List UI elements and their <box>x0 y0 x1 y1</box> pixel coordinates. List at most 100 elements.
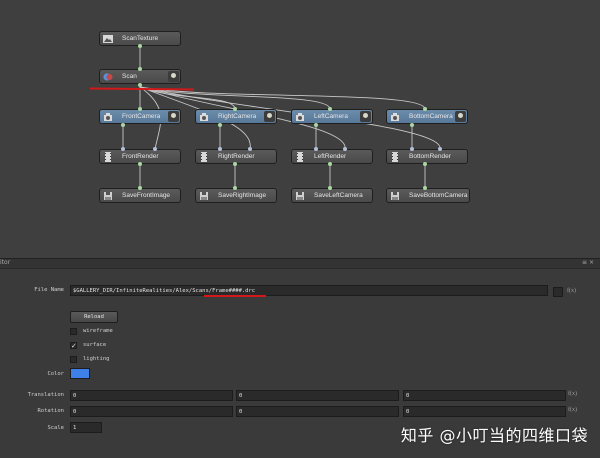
translation-x-field[interactable]: 0 <box>70 390 233 401</box>
lightbulb-icon[interactable] <box>168 71 179 82</box>
save-disk-icon <box>104 192 112 200</box>
camera-icon <box>296 113 304 121</box>
film-icon <box>201 152 207 162</box>
annotation-underline <box>204 295 266 297</box>
lighting-label: lighting <box>83 356 110 362</box>
panel-header: itor ≡ × <box>0 259 600 269</box>
input-port[interactable] <box>328 186 332 190</box>
input-port[interactable] <box>138 67 142 71</box>
translation-z-field[interactable]: 0 <box>403 390 566 401</box>
lightbulb-icon[interactable] <box>455 111 466 122</box>
output-port[interactable] <box>314 123 318 127</box>
input-port[interactable] <box>138 186 142 190</box>
node-label: SaveRightImage <box>218 192 267 199</box>
output-port[interactable] <box>328 162 332 166</box>
lightbulb-icon[interactable] <box>264 111 275 122</box>
translation-label: Translation <box>27 392 64 398</box>
surface-checkbox[interactable]: ✓ <box>70 342 77 350</box>
input-port[interactable] <box>233 107 237 111</box>
input-port[interactable] <box>314 147 318 151</box>
scale-field[interactable]: 1 <box>70 422 102 433</box>
node-label: RightRender <box>218 153 255 160</box>
input-port[interactable] <box>328 107 332 111</box>
input-port[interactable] <box>343 147 347 151</box>
node-label: SaveBottomCamera <box>409 192 468 199</box>
lightbulb-icon[interactable] <box>360 111 371 122</box>
input-port[interactable] <box>410 147 414 151</box>
node-front-camera[interactable]: FrontCamera <box>99 109 181 124</box>
node-bottom-render[interactable]: BottomRender <box>386 149 468 164</box>
file-name-field[interactable]: $GALLERY_DIR/InfiniteRealities/Alex/Scan… <box>70 285 548 296</box>
node-save-bottom-camera[interactable]: SaveBottomCamera <box>386 188 470 203</box>
input-port[interactable] <box>438 147 442 151</box>
film-icon <box>392 152 398 162</box>
output-port[interactable] <box>138 162 142 166</box>
fx-icon[interactable]: f(x) <box>568 391 577 397</box>
node-save-front-image[interactable]: SaveFrontImage <box>99 188 181 203</box>
node-save-right-image[interactable]: SaveRightImage <box>195 188 277 203</box>
color-swatch[interactable] <box>70 368 90 379</box>
input-port[interactable] <box>218 147 222 151</box>
fx-icon[interactable]: f(x) <box>567 288 576 294</box>
camera-icon <box>391 113 399 121</box>
translation-y-field[interactable]: 0 <box>236 390 399 401</box>
node-label: LeftRender <box>314 153 347 160</box>
node-label: Scan <box>122 73 137 80</box>
node-label: SaveFrontImage <box>122 192 171 199</box>
node-right-camera[interactable]: RightCamera <box>195 109 277 124</box>
node-scan[interactable]: Scan <box>99 69 181 84</box>
save-disk-icon <box>200 192 208 200</box>
node-label: BottomRender <box>409 153 451 160</box>
expression-toggle-checkbox[interactable] <box>553 287 563 297</box>
node-left-render[interactable]: LeftRender <box>291 149 373 164</box>
rotation-z-field[interactable]: 0 <box>403 406 566 417</box>
input-port[interactable] <box>153 147 157 151</box>
reload-button[interactable]: Reload <box>70 311 118 323</box>
output-port[interactable] <box>410 123 414 127</box>
image-icon <box>103 35 113 43</box>
file-name-label: File Name <box>34 287 64 293</box>
parameter-editor-panel: itor ≡ × File Name $GALLERY_DIR/Infinite… <box>0 258 600 458</box>
lighting-checkbox[interactable] <box>70 356 77 363</box>
panel-title: itor <box>0 259 11 266</box>
input-port[interactable] <box>423 107 427 111</box>
input-port[interactable] <box>121 147 125 151</box>
output-port[interactable] <box>423 162 427 166</box>
node-graph-canvas[interactable]: ScanTexture Scan FrontCamera RightCamera… <box>0 0 600 258</box>
watermark-text: 知乎 @小叮当的四维口袋 <box>400 426 588 445</box>
node-label: FrontRender <box>122 153 159 160</box>
node-bottom-camera[interactable]: BottomCamera <box>386 109 468 124</box>
rotation-label: Rotation <box>37 408 65 414</box>
camera-icon <box>200 113 208 121</box>
output-port[interactable] <box>218 123 222 127</box>
node-label: FrontCamera <box>122 113 161 120</box>
lightbulb-icon[interactable] <box>168 111 179 122</box>
input-port[interactable] <box>423 186 427 190</box>
graph-wires <box>122 47 441 188</box>
color-label: Color <box>47 371 64 377</box>
node-label: LeftCamera <box>314 113 348 120</box>
camera-icon <box>104 113 112 121</box>
panel-controls[interactable]: ≡ × <box>582 259 594 266</box>
output-port[interactable] <box>233 162 237 166</box>
wireframe-label: wireframe <box>83 328 113 334</box>
node-save-left-camera[interactable]: SaveLeftCamera <box>291 188 373 203</box>
film-icon <box>297 152 303 162</box>
save-disk-icon <box>391 192 399 200</box>
output-port[interactable] <box>138 83 142 87</box>
input-port[interactable] <box>233 186 237 190</box>
film-icon <box>105 152 111 162</box>
rotation-x-field[interactable]: 0 <box>70 406 233 417</box>
node-left-camera[interactable]: LeftCamera <box>291 109 373 124</box>
output-port[interactable] <box>138 44 142 48</box>
input-port[interactable] <box>248 147 252 151</box>
node-label: BottomCamera <box>409 113 453 120</box>
fx-icon[interactable]: f(x) <box>568 407 577 413</box>
scan-geometry-icon <box>103 73 113 81</box>
output-port[interactable] <box>121 123 125 127</box>
rotation-y-field[interactable]: 0 <box>236 406 399 417</box>
surface-label: surface <box>83 342 107 348</box>
node-label: ScanTexture <box>122 35 159 42</box>
wireframe-checkbox[interactable] <box>70 328 77 335</box>
input-port[interactable] <box>138 107 142 111</box>
